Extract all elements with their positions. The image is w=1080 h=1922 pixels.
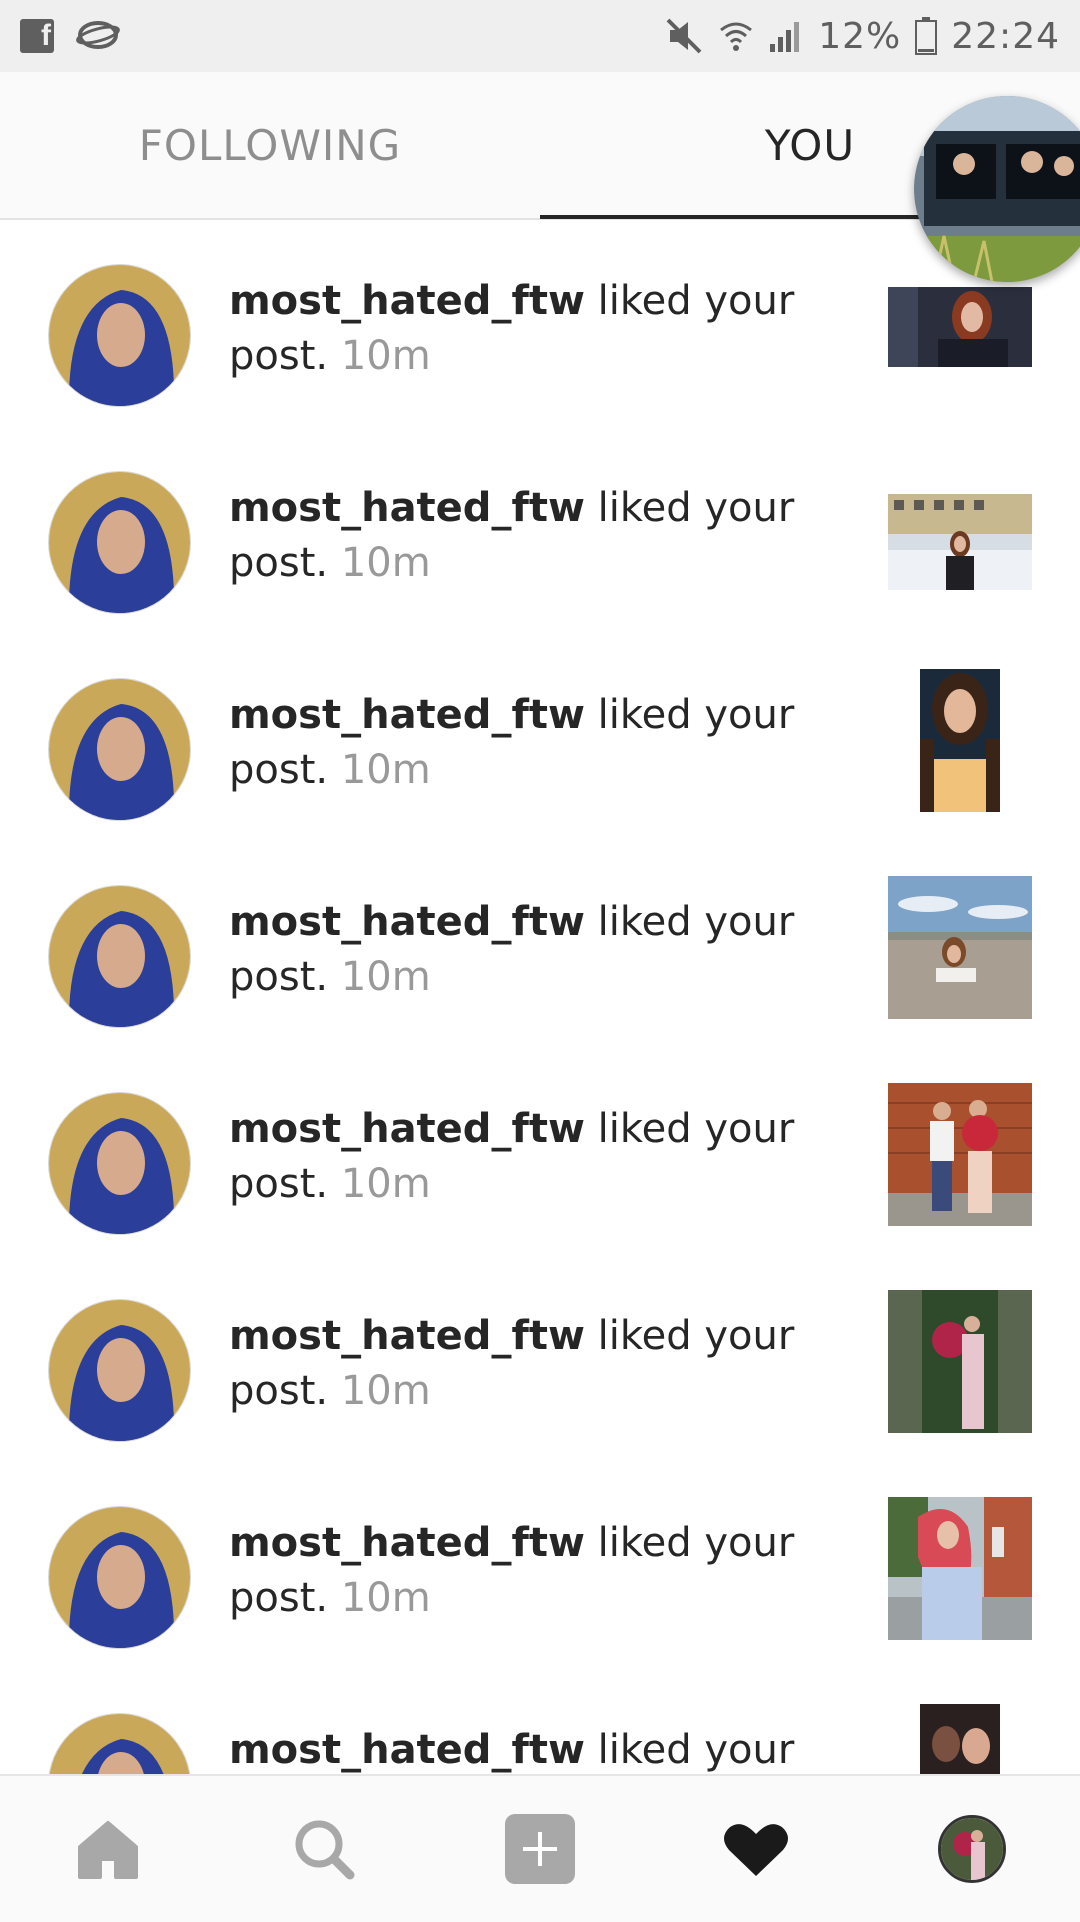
username-link[interactable]: most_hated_ftw [229, 1727, 585, 1773]
nav-search[interactable] [216, 1776, 432, 1922]
add-post-icon [505, 1814, 575, 1884]
list-item[interactable]: most_hated_ftw liked your [0, 1669, 1080, 1774]
username-link[interactable]: most_hated_ftw [229, 1313, 585, 1359]
notification-text: most_hated_ftw liked your post. 10m [229, 1309, 809, 1419]
list-item[interactable]: most_hated_ftw liked your post. 10m [0, 634, 1080, 841]
timestamp: 10m [328, 954, 431, 1000]
status-bar: f 12% 22:24 [0, 0, 1080, 72]
username-link[interactable]: most_hated_ftw [229, 899, 585, 945]
avatar[interactable] [48, 264, 191, 407]
notification-text: most_hated_ftw liked your post. 10m [229, 1102, 809, 1212]
battery-icon [915, 17, 938, 55]
avatar[interactable] [48, 1299, 191, 1442]
home-icon [78, 1821, 138, 1879]
post-thumbnail[interactable] [920, 1704, 1000, 1774]
heart-icon [724, 1824, 788, 1876]
post-thumbnail[interactable] [888, 1290, 1032, 1433]
list-item[interactable]: most_hated_ftw liked your post. 10m [0, 841, 1080, 1048]
list-item[interactable]: most_hated_ftw liked your post. 10m [0, 1048, 1080, 1255]
timestamp: 10m [328, 540, 431, 586]
avatar[interactable] [48, 678, 191, 821]
search-icon [295, 1820, 355, 1880]
username-link[interactable]: most_hated_ftw [229, 278, 585, 324]
nav-add-post[interactable] [432, 1776, 648, 1922]
clock: 22:24 [951, 15, 1060, 57]
username-link[interactable]: most_hated_ftw [229, 1106, 585, 1152]
avatar[interactable] [48, 1713, 191, 1774]
mute-icon [666, 18, 702, 54]
tab-following[interactable]: FOLLOWING [0, 72, 540, 218]
list-item[interactable]: most_hated_ftw liked your post. 10m [0, 220, 1080, 427]
messenger-icon [76, 21, 120, 49]
nav-profile[interactable] [864, 1776, 1080, 1922]
username-link[interactable]: most_hated_ftw [229, 485, 585, 531]
username-link[interactable]: most_hated_ftw [229, 692, 585, 738]
post-thumbnail[interactable] [888, 494, 1032, 590]
post-thumbnail[interactable] [888, 1083, 1032, 1226]
list-item[interactable]: most_hated_ftw liked your post. 10m [0, 427, 1080, 634]
post-thumbnail[interactable] [920, 669, 1000, 812]
notification-text: most_hated_ftw liked your [229, 1723, 809, 1774]
post-thumbnail[interactable] [888, 287, 1032, 367]
list-item[interactable]: most_hated_ftw liked your post. 10m [0, 1462, 1080, 1669]
profile-avatar [938, 1815, 1006, 1883]
timestamp: 10m [328, 1368, 431, 1414]
facebook-icon: f [20, 19, 54, 53]
signal-icon [770, 22, 800, 52]
avatar[interactable] [48, 471, 191, 614]
notification-text: most_hated_ftw liked your post. 10m [229, 688, 809, 798]
battery-percent: 12% [818, 15, 902, 57]
timestamp: 10m [328, 747, 431, 793]
wifi-icon [720, 22, 753, 51]
notification-text: most_hated_ftw liked your post. 10m [229, 274, 809, 384]
avatar[interactable] [48, 1506, 191, 1649]
timestamp: 10m [328, 333, 431, 379]
notification-text: most_hated_ftw liked your post. 10m [229, 895, 809, 1005]
notification-action: liked your [584, 1727, 795, 1773]
nav-activity[interactable] [648, 1776, 864, 1922]
bottom-navigation [0, 1774, 1080, 1922]
post-thumbnail[interactable] [888, 1497, 1032, 1640]
notification-text: most_hated_ftw liked your post. 10m [229, 1516, 809, 1626]
notification-text: most_hated_ftw liked your post. 10m [229, 481, 809, 591]
timestamp: 10m [328, 1575, 431, 1621]
timestamp: 10m [328, 1161, 431, 1207]
avatar[interactable] [48, 885, 191, 1028]
nav-home[interactable] [0, 1776, 216, 1922]
avatar[interactable] [48, 1092, 191, 1235]
username-link[interactable]: most_hated_ftw [229, 1520, 585, 1566]
list-item[interactable]: most_hated_ftw liked your post. 10m [0, 1255, 1080, 1462]
activity-feed: most_hated_ftw liked your post. 10m most… [0, 220, 1080, 1774]
post-thumbnail[interactable] [888, 876, 1032, 1019]
